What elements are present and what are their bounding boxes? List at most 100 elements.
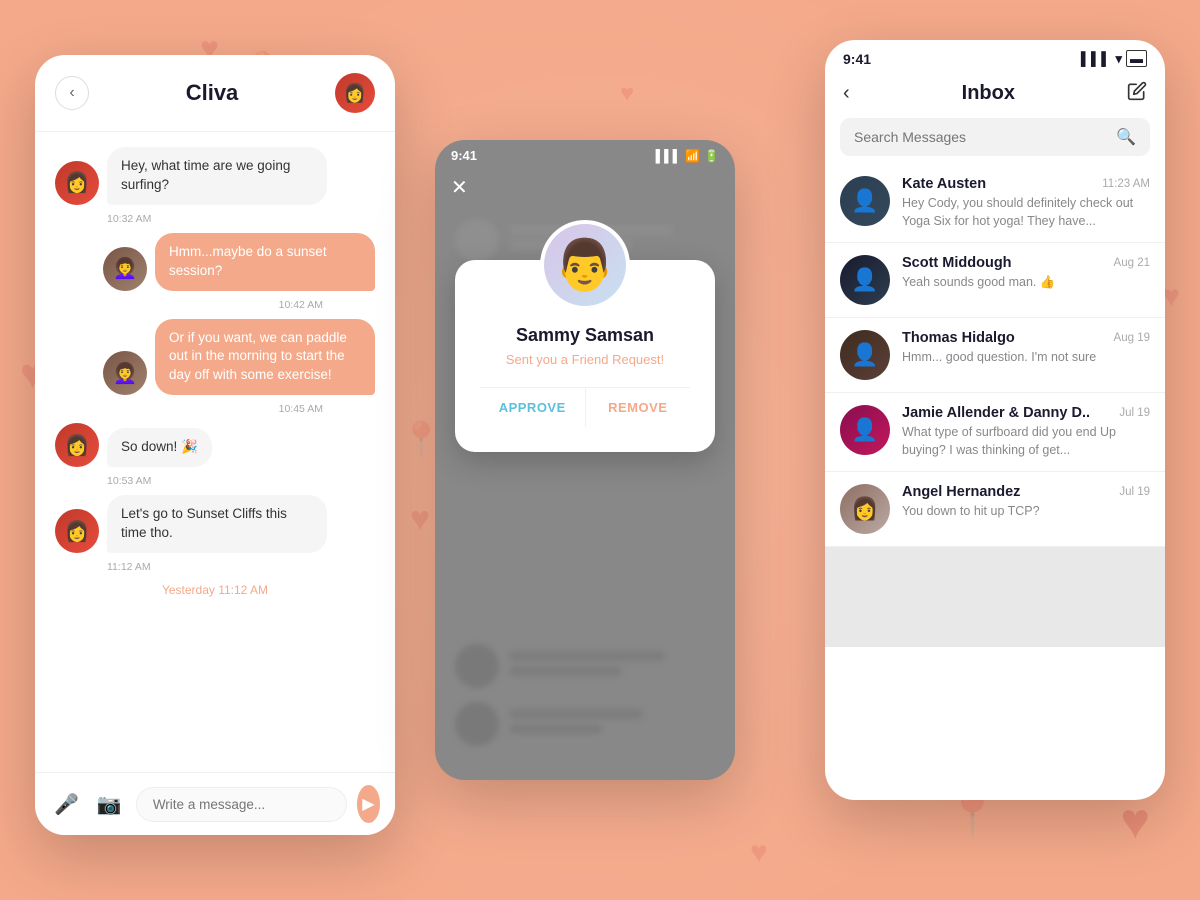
chat-input-bar: 🎤 📷 ▶ <box>35 772 395 835</box>
message-time: Aug 19 <box>1114 332 1150 344</box>
approve-button[interactable]: APPROVE <box>480 388 586 427</box>
message-bubble: Hmm...maybe do a sunset session? <box>155 233 375 291</box>
message-time: 10:53 AM <box>55 475 375 487</box>
search-icon: 🔍 <box>1116 127 1136 147</box>
inbox-conversation-list: 👤 Kate Austen 11:23 AM Hey Cody, you sho… <box>825 164 1165 547</box>
blurred-row <box>455 702 715 746</box>
message-bubble: Hey, what time are we going surfing? <box>107 147 327 205</box>
friend-subtitle: Sent you a Friend Request! <box>480 352 690 367</box>
friend-name: Sammy Samsan <box>480 325 690 346</box>
message-preview: Hey Cody, you should definitely check ou… <box>902 195 1150 230</box>
status-time: 9:41 <box>451 148 477 163</box>
signal-icon: ▌▌▌ <box>656 149 682 163</box>
message-avatar: 👩‍🦱 <box>103 247 147 291</box>
compose-button[interactable] <box>1127 81 1147 106</box>
friend-avatar: 👨 <box>540 220 630 310</box>
message-time: 11:23 AM <box>1102 178 1150 190</box>
status-icons: ▌▌▌ ▾ ▬ <box>1081 50 1147 67</box>
message-preview: You down to hit up TCP? <box>902 503 1150 521</box>
friend-request-phone: 9:41 ▌▌▌ 📶 🔋 ✕ 👨 <box>435 140 735 780</box>
conversation-content: Scott Middough Aug 21 Yeah sounds good m… <box>902 255 1150 292</box>
message-time: 11:12 AM <box>55 561 375 573</box>
signal-icon: ▌▌▌ <box>1081 51 1112 66</box>
back-button[interactable]: ‹ <box>55 76 89 110</box>
inbox-phone: 9:41 ▌▌▌ ▾ ▬ ‹ Inbox 🔍 👤 Kate Au <box>825 40 1165 800</box>
header-avatar[interactable]: 👩 <box>335 73 375 113</box>
inbox-item[interactable]: 👩 Angel Hernandez Jul 19 You down to hit… <box>825 472 1165 547</box>
conversation-avatar: 👤 <box>840 255 890 305</box>
inbox-item[interactable]: 👤 Scott Middough Aug 21 Yeah sounds good… <box>825 243 1165 318</box>
blurred-row <box>455 644 715 688</box>
message-row: Hmm...maybe do a sunset session? 👩‍🦱 <box>55 233 375 291</box>
message-avatar: 👩 <box>55 161 99 205</box>
message-input[interactable] <box>136 787 347 822</box>
inbox-time: 9:41 <box>843 51 871 67</box>
message-avatar: 👩 <box>55 509 99 553</box>
battery-icon: 🔋 <box>704 149 719 163</box>
blurred-bottom-content <box>435 644 735 746</box>
wifi-icon: ▾ <box>1115 51 1122 67</box>
close-button[interactable]: ✕ <box>435 167 735 208</box>
yesterday-label: Yesterday 11:12 AM <box>55 583 375 597</box>
blurred-text <box>509 709 715 739</box>
message-row: 👩 So down! 🎉 <box>55 423 375 467</box>
conversation-content: Jamie Allender & Danny D.. Jul 19 What t… <box>902 405 1150 459</box>
camera-button[interactable]: 📷 <box>93 788 126 821</box>
contact-name: Thomas Hidalgo <box>902 330 1015 346</box>
conversation-content: Thomas Hidalgo Aug 19 Hmm... good questi… <box>902 330 1150 367</box>
conversation-avatar: 👤 <box>840 176 890 226</box>
message-preview: What type of surfboard did you end Up bu… <box>902 424 1150 459</box>
message-time: Jul 19 <box>1119 486 1150 498</box>
conversation-content: Kate Austen 11:23 AM Hey Cody, you shoul… <box>902 176 1150 230</box>
chat-header: ‹ Cliva 👩 <box>35 55 395 132</box>
chat-phone: ‹ Cliva 👩 👩 Hey, what time are we going … <box>35 55 395 835</box>
name-time-row: Angel Hernandez Jul 19 <box>902 484 1150 500</box>
inbox-item[interactable]: 👤 Thomas Hidalgo Aug 19 Hmm... good ques… <box>825 318 1165 393</box>
message-time: 10:45 AM <box>55 403 375 415</box>
inbox-title: Inbox <box>850 82 1127 105</box>
search-bar: 🔍 <box>840 118 1150 156</box>
message-row: Or if you want, we can paddle out in the… <box>55 319 375 396</box>
inbox-header: ‹ Inbox <box>825 73 1165 118</box>
conversation-content: Angel Hernandez Jul 19 You down to hit u… <box>902 484 1150 521</box>
wifi-icon: 📶 <box>685 149 700 163</box>
message-preview: Hmm... good question. I'm not sure <box>902 349 1150 367</box>
message-row: 👩 Let's go to Sunset Cliffs this time th… <box>55 495 375 553</box>
contact-name: Jamie Allender & Danny D.. <box>902 405 1090 421</box>
conversation-avatar: 👩 <box>840 484 890 534</box>
battery-icon: ▬ <box>1126 50 1147 67</box>
message-time: Jul 19 <box>1119 407 1150 419</box>
inbox-item[interactable]: 👤 Kate Austen 11:23 AM Hey Cody, you sho… <box>825 164 1165 243</box>
back-icon: ‹ <box>69 84 74 102</box>
status-icons: ▌▌▌ 📶 🔋 <box>656 149 719 163</box>
blurred-avatar <box>455 644 499 688</box>
blurred-avatar <box>455 702 499 746</box>
message-time: Aug 21 <box>1114 257 1150 269</box>
search-input[interactable] <box>854 129 1108 145</box>
blurred-text <box>509 651 715 681</box>
message-avatar: 👩 <box>55 423 99 467</box>
conversation-avatar: 👤 <box>840 330 890 380</box>
back-button[interactable]: ‹ <box>843 82 850 105</box>
chat-messages-area: 👩 Hey, what time are we going surfing? 1… <box>35 132 395 772</box>
name-time-row: Jamie Allender & Danny D.. Jul 19 <box>902 405 1150 421</box>
contact-name: Scott Middough <box>902 255 1012 271</box>
remove-button[interactable]: REMOVE <box>586 388 691 427</box>
message-avatar: 👩‍🦱 <box>103 351 147 395</box>
blurred-avatar <box>455 218 499 262</box>
inbox-item[interactable]: 👤 Jamie Allender & Danny D.. Jul 19 What… <box>825 393 1165 472</box>
chat-title: Cliva <box>89 80 335 106</box>
name-time-row: Kate Austen 11:23 AM <box>902 176 1150 192</box>
friend-request-card: 👨 Sammy Samsan Sent you a Friend Request… <box>455 260 715 452</box>
message-preview: Yeah sounds good man. 👍 <box>902 274 1150 292</box>
friend-actions: APPROVE REMOVE <box>480 387 690 427</box>
name-time-row: Thomas Hidalgo Aug 19 <box>902 330 1150 346</box>
message-time: 10:42 AM <box>55 299 375 311</box>
contact-name: Kate Austen <box>902 176 986 192</box>
name-time-row: Scott Middough Aug 21 <box>902 255 1150 271</box>
send-button[interactable]: ▶ <box>357 785 380 823</box>
microphone-button[interactable]: 🎤 <box>50 788 83 821</box>
inbox-footer-area <box>825 547 1165 647</box>
message-row: 👩 Hey, what time are we going surfing? <box>55 147 375 205</box>
friend-avatar-wrapper: 👨 <box>540 220 630 310</box>
